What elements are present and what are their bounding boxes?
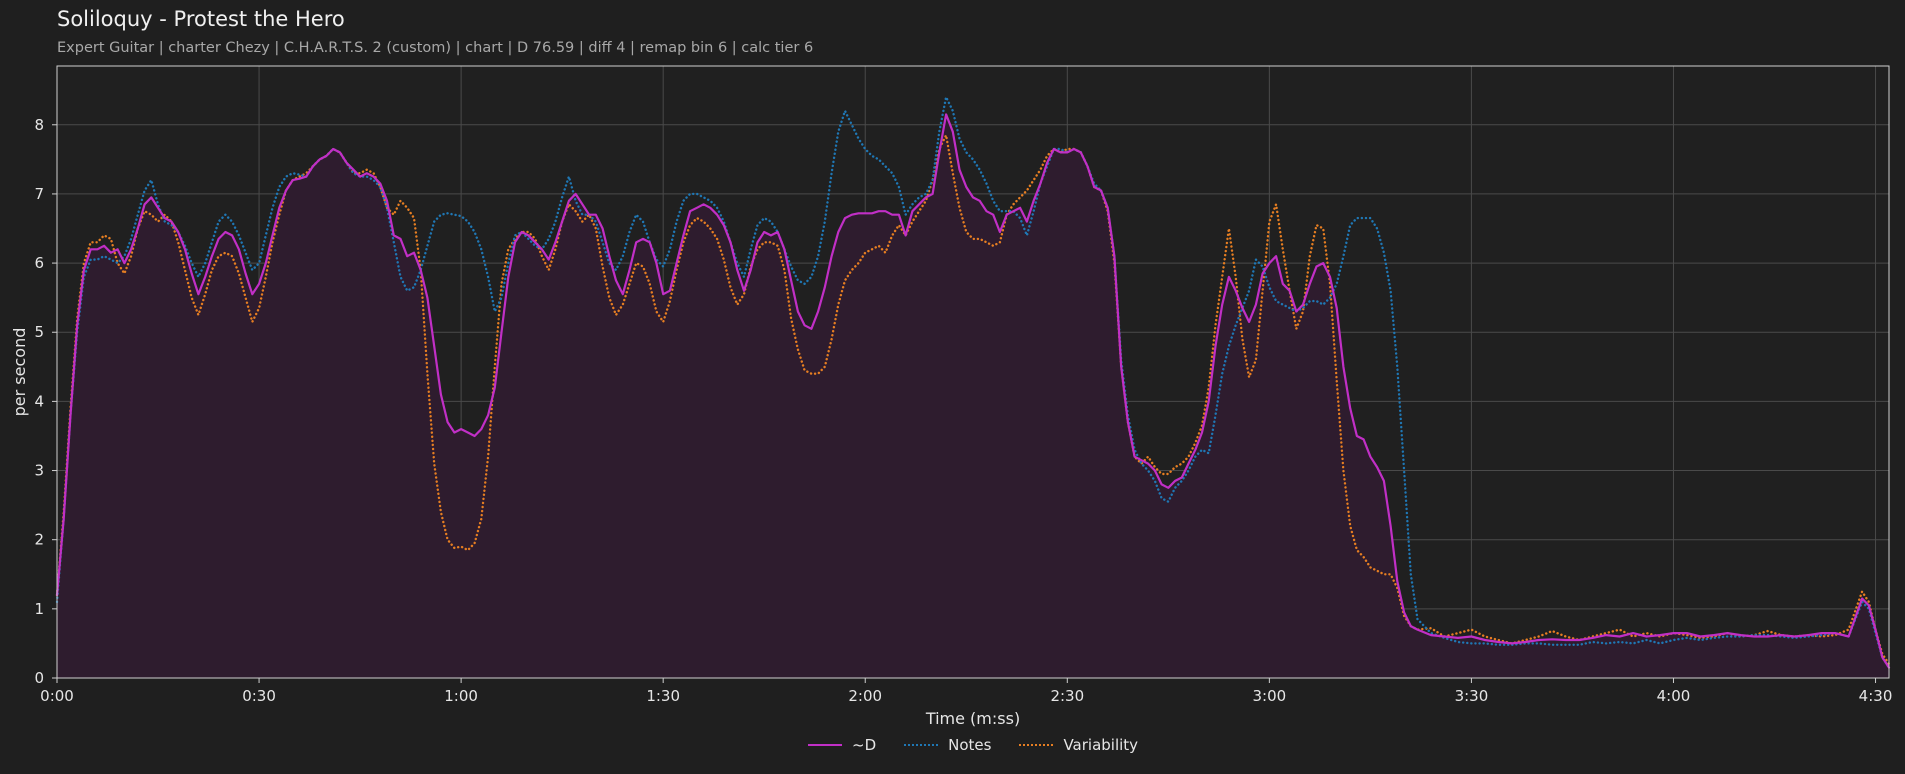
legend-label-d: ~D xyxy=(852,736,877,754)
legend-item-notes: Notes xyxy=(904,736,991,754)
x-tick-label-7: 3:30 xyxy=(1455,687,1489,705)
x-tick-label-2: 1:00 xyxy=(444,687,478,705)
legend-item-variability: Variability xyxy=(1019,736,1138,754)
y-tick-label-0: 0 xyxy=(34,669,44,687)
y-tick-label-2: 2 xyxy=(34,531,44,549)
legend: ~D Notes Variability xyxy=(808,736,1138,754)
x-axis-title: Time (m:ss) xyxy=(925,709,1020,728)
x-tick-label-0: 0:00 xyxy=(40,687,74,705)
legend-label-notes: Notes xyxy=(948,736,992,754)
x-tick-label-8: 4:00 xyxy=(1657,687,1691,705)
y-axis-title: per second xyxy=(10,328,29,417)
plot-area: 0:00 0:30 1:00 1:30 2:00 2:30 3:00 3:30 4:00 4:30… xyxy=(10,65,1893,728)
y-tick-label-8: 8 xyxy=(34,116,44,134)
x-tick-label-5: 2:30 xyxy=(1050,687,1084,705)
y-tick-label-1: 1 xyxy=(34,600,44,618)
y-tick-label-6: 6 xyxy=(34,254,44,272)
legend-swatch-notes xyxy=(904,744,939,746)
legend-swatch-variability xyxy=(1019,744,1054,746)
x-tick-label-6: 3:00 xyxy=(1253,687,1287,705)
legend-item-d: ~D xyxy=(808,736,876,754)
x-tick-label-9: 4:30 xyxy=(1859,687,1893,705)
y-tick-label-4: 4 xyxy=(34,392,44,410)
y-tick-label-5: 5 xyxy=(34,323,44,341)
y-tick-label-7: 7 xyxy=(34,185,44,203)
y-tick-label-3: 3 xyxy=(34,462,44,480)
x-tick-label-1: 0:30 xyxy=(242,687,276,705)
x-tick-label-3: 1:30 xyxy=(646,687,680,705)
legend-label-variability: Variability xyxy=(1063,736,1139,754)
x-tick-label-4: 2:00 xyxy=(848,687,882,705)
legend-swatch-d xyxy=(808,744,842,746)
